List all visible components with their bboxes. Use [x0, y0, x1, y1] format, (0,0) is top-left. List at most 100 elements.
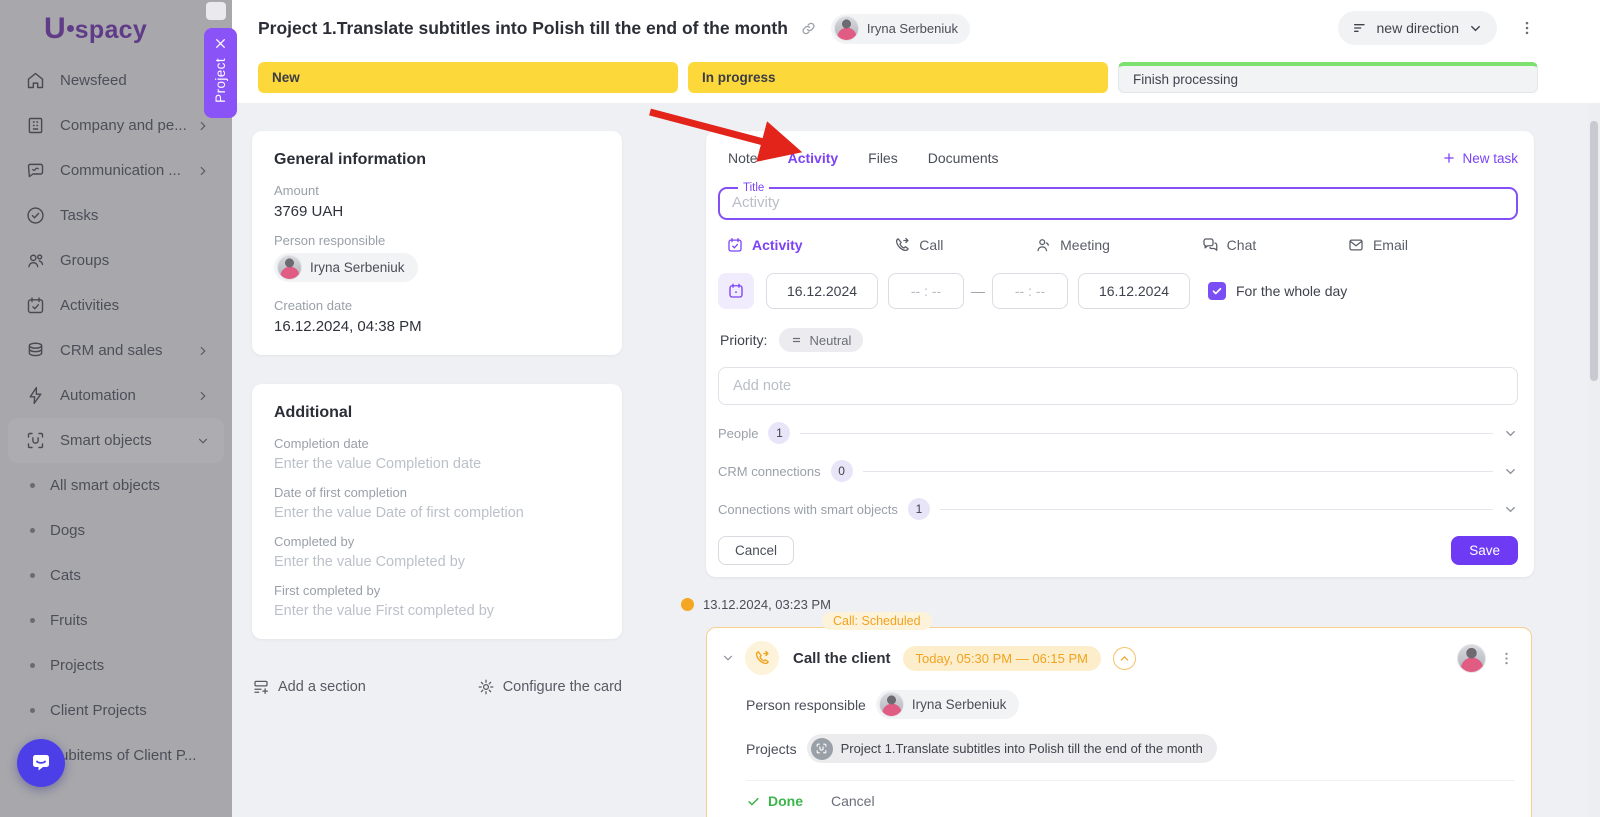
add-section-button[interactable]: Add a section	[252, 678, 366, 696]
project-chip[interactable]: Project 1.Translate subtitles into Polis…	[807, 734, 1217, 763]
call-person-row: Person responsible Iryna Serbeniuk	[746, 690, 1515, 719]
note-input[interactable]	[718, 367, 1518, 405]
chevron-down-icon[interactable]	[1503, 502, 1518, 517]
panel-tabs: Note Activity Files Documents New task	[718, 147, 1518, 169]
smart-object-connections-label: Connections with smart objects	[718, 502, 898, 517]
tab-documents[interactable]: Documents	[928, 150, 999, 166]
field-person-responsible: Person responsible Iryna Serbeniuk	[274, 233, 600, 285]
close-icon[interactable]	[214, 37, 227, 50]
field-value: 16.12.2024, 04:38 PM	[274, 318, 600, 335]
priority-chip[interactable]: Neutral	[779, 328, 863, 352]
person-chip[interactable]: Iryna Serbeniuk	[274, 253, 418, 282]
priority-row: Priority: Neutral	[718, 328, 1518, 352]
field-label: Completed by	[274, 534, 600, 549]
start-time-input[interactable]	[888, 273, 964, 309]
call-kebab-menu[interactable]	[1498, 650, 1515, 667]
people-label: People	[718, 426, 758, 441]
chevron-up-icon[interactable]	[1113, 647, 1136, 670]
field-completed-by[interactable]: Completed by Enter the value Completed b…	[274, 534, 600, 570]
type-call[interactable]: Call	[893, 233, 943, 257]
scrollbar-track[interactable]	[1588, 103, 1600, 817]
call-card-actions: Done Cancel	[746, 780, 1515, 809]
stage-new[interactable]: New	[258, 62, 678, 93]
timeline-dot	[681, 598, 694, 611]
project-panel-tab[interactable]: Project	[204, 28, 237, 118]
stage-in-progress[interactable]: In progress	[688, 62, 1108, 93]
avatar	[834, 16, 859, 41]
tab-note[interactable]: Note	[728, 150, 758, 166]
field-amount: Amount 3769 UAH	[274, 183, 600, 220]
new-task-label: New task	[1462, 151, 1518, 166]
new-direction-label: new direction	[1377, 20, 1460, 36]
avatar	[1457, 644, 1486, 673]
priority-value: Neutral	[809, 333, 851, 348]
save-button[interactable]: Save	[1451, 536, 1518, 565]
type-email[interactable]: Email	[1347, 233, 1408, 257]
timeline-timestamp: 13.12.2024, 03:23 PM	[703, 597, 831, 612]
field-label: Amount	[274, 183, 600, 198]
start-date-input[interactable]	[766, 273, 878, 309]
cancel-button[interactable]: Cancel	[718, 536, 794, 565]
stage-finish-processing[interactable]: Finish processing	[1118, 62, 1538, 93]
type-meeting[interactable]: Meeting	[1034, 233, 1110, 257]
smart-object-icon	[811, 738, 833, 760]
additional-card: Additional Completion date Enter the val…	[252, 384, 622, 639]
person-responsible-label: Person responsible	[746, 697, 866, 713]
owner-chip[interactable]: Iryna Serbeniuk	[831, 14, 970, 44]
call-time-chip[interactable]: Today, 05:30 PM — 06:15 PM	[903, 646, 1101, 671]
whole-day-label[interactable]: For the whole day	[1236, 283, 1347, 299]
field-label: First completed by	[274, 583, 600, 598]
new-direction-button[interactable]: new direction	[1338, 11, 1498, 45]
field-placeholder: Enter the value Date of first completion	[274, 505, 600, 521]
calendar-icon[interactable]	[718, 273, 754, 309]
header-kebab-menu[interactable]	[1518, 19, 1536, 37]
field-completion-date[interactable]: Completion date Enter the value Completi…	[274, 436, 600, 472]
activity-title-field[interactable]: Title	[718, 182, 1518, 220]
tab-files[interactable]: Files	[868, 150, 898, 166]
type-label: Call	[919, 237, 943, 253]
new-task-button[interactable]: New task	[1442, 151, 1518, 166]
title-field-label: Title	[738, 182, 769, 194]
scrollbar-thumb[interactable]	[1590, 121, 1598, 381]
copy-link-icon[interactable]	[800, 20, 817, 37]
divider	[800, 433, 1493, 434]
crm-connections-count-badge: 0	[831, 460, 853, 482]
person-name: Iryna Serbeniuk	[310, 260, 405, 275]
end-time-input[interactable]	[992, 273, 1068, 309]
field-label: Completion date	[274, 436, 600, 451]
person-icon	[1034, 236, 1052, 254]
people-count-badge: 1	[768, 422, 790, 444]
type-chat[interactable]: Chat	[1201, 233, 1257, 257]
tab-activity[interactable]: Activity	[788, 150, 839, 166]
call-cancel-button[interactable]: Cancel	[831, 793, 875, 809]
type-activity[interactable]: Activity	[726, 233, 803, 257]
form-actions: Cancel Save	[718, 536, 1518, 565]
field-date-first-completion[interactable]: Date of first completion Enter the value…	[274, 485, 600, 521]
field-label: Person responsible	[274, 233, 600, 248]
type-label: Email	[1373, 237, 1408, 253]
field-placeholder: Enter the value Completion date	[274, 456, 600, 472]
activity-title-input[interactable]	[732, 194, 1504, 211]
field-first-completed-by[interactable]: First completed by Enter the value First…	[274, 583, 600, 619]
project-panel: Project 1.Translate subtitles into Polis…	[232, 0, 1600, 817]
chat-widget-button[interactable]	[17, 739, 65, 787]
sidebar-collapse-button[interactable]	[206, 2, 226, 20]
chevron-down-icon[interactable]	[1503, 464, 1518, 479]
chevron-down-icon[interactable]	[721, 651, 735, 665]
owner-name: Iryna Serbeniuk	[867, 21, 958, 36]
priority-label: Priority:	[720, 332, 767, 348]
whole-day-checkbox[interactable]	[1208, 282, 1226, 300]
sidebar: U spacy Newsfeed Company and pe... Commu…	[0, 0, 232, 817]
configure-card-button[interactable]: Configure the card	[477, 678, 622, 696]
stage-label: Finish processing	[1133, 72, 1238, 87]
person-chip[interactable]: Iryna Serbeniuk	[876, 690, 1020, 719]
avatar	[879, 692, 904, 717]
filter-icon	[1352, 20, 1368, 36]
field-value: 3769 UAH	[274, 203, 600, 220]
done-button[interactable]: Done	[746, 793, 803, 809]
end-date-input[interactable]	[1078, 273, 1190, 309]
chevron-down-icon[interactable]	[1503, 426, 1518, 441]
configure-card-label: Configure the card	[503, 679, 622, 695]
call-title: Call the client	[793, 650, 891, 667]
activity-form-card: Note Activity Files Documents New task T…	[706, 131, 1534, 577]
